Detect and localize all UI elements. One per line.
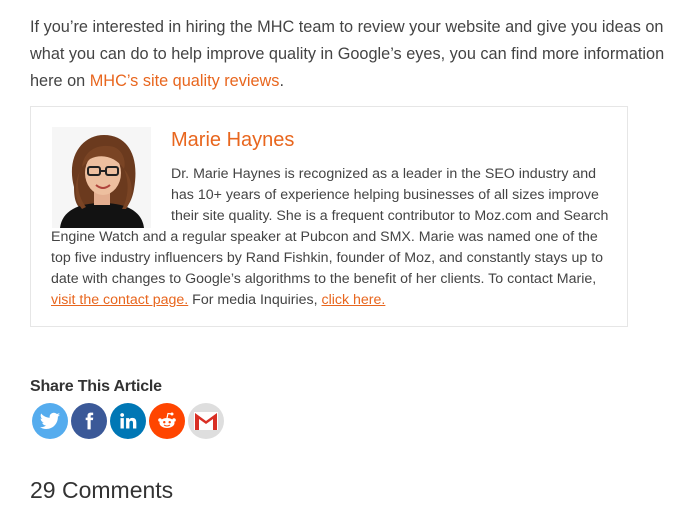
facebook-share-button[interactable] bbox=[71, 403, 107, 439]
author-bio: Dr. Marie Haynes is recognized as a lead… bbox=[51, 164, 616, 311]
reddit-icon bbox=[158, 412, 176, 428]
gmail-share-button[interactable] bbox=[188, 403, 224, 439]
media-inquiries-link[interactable]: click here. bbox=[322, 292, 386, 308]
twitter-icon bbox=[39, 412, 61, 429]
reddit-share-button[interactable] bbox=[149, 403, 185, 439]
site-quality-reviews-link[interactable]: MHC’s site quality reviews bbox=[90, 72, 280, 90]
author-box: Marie Haynes Dr. Marie Haynes is recogni… bbox=[30, 106, 628, 327]
comments-count-heading: 29 Comments bbox=[30, 477, 174, 503]
share-icons bbox=[32, 403, 224, 439]
media-inquiries-text: For media Inquiries, bbox=[188, 292, 322, 308]
intro-end: . bbox=[279, 72, 284, 90]
linkedin-icon bbox=[120, 413, 137, 429]
gmail-icon bbox=[194, 412, 218, 430]
author-name: Marie Haynes bbox=[171, 129, 295, 151]
bio-spacer bbox=[51, 164, 171, 227]
linkedin-share-button[interactable] bbox=[110, 403, 146, 439]
twitter-share-button[interactable] bbox=[32, 403, 68, 439]
contact-page-link[interactable]: visit the contact page. bbox=[51, 292, 188, 308]
share-title: Share This Article bbox=[30, 378, 162, 395]
facebook-icon bbox=[85, 412, 94, 430]
intro-paragraph: If you’re interested in hiring the MHC t… bbox=[30, 14, 670, 95]
